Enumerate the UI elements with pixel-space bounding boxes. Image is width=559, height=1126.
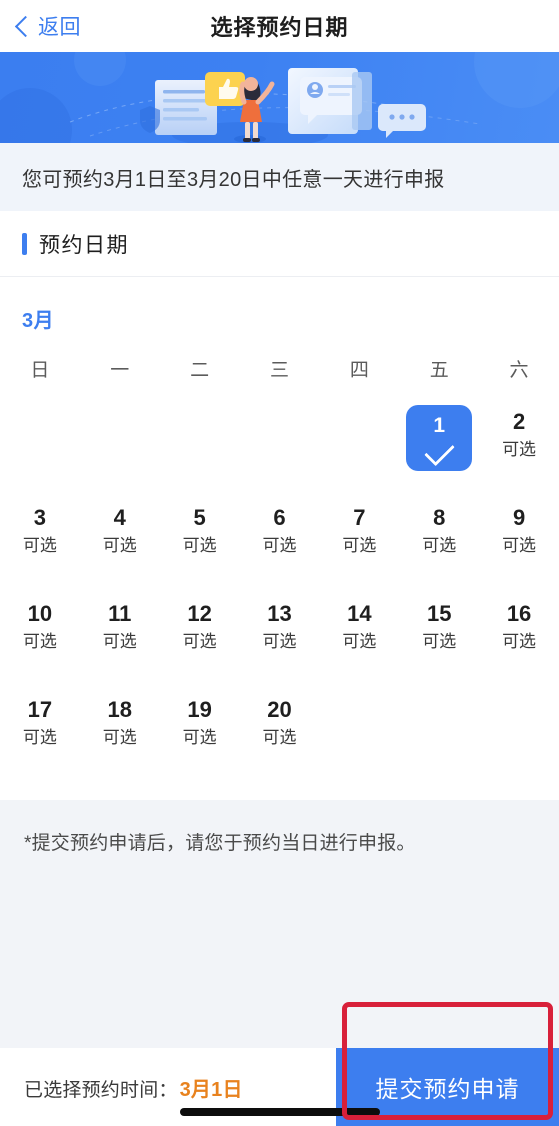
calendar-day-number: 10 — [27, 601, 53, 626]
calendar-day-14[interactable]: 14 可选 — [319, 594, 399, 690]
calendar-day-4[interactable]: 4 可选 — [80, 498, 160, 594]
calendar-day-status: 可选 — [422, 536, 457, 555]
page-title: 选择预约日期 — [210, 15, 349, 40]
calendar-day-number: 14 — [347, 601, 372, 626]
section-header: 预约日期 — [0, 211, 559, 277]
calendar-day-number: 11 — [108, 601, 132, 626]
calendar-day-5[interactable]: 5 可选 — [160, 498, 240, 594]
calendar-day-number: 3 — [33, 505, 47, 530]
calendar-day-11[interactable]: 11 可选 — [80, 594, 160, 690]
calendar-day-status: 可选 — [22, 632, 57, 651]
calendar-day-status: 可选 — [502, 632, 537, 651]
selected-day-box[interactable]: 1 — [406, 405, 473, 471]
calendar-day-status: 可选 — [262, 536, 297, 555]
calendar-day-number: 8 — [433, 505, 446, 530]
calendar-day-status: 可选 — [102, 536, 137, 555]
appointment-date-section: 预约日期 3月 日一二三四五六 1 2 可选 3 可选 4 可选 5 可选 6 可选 7 可选 8 可选 9 可… — [0, 211, 559, 800]
month-label: 3月 — [22, 310, 55, 332]
app-screen: 返回 选择预约日期 您可预约3月1日至3月20日中任意一天进行申报 预约日期 3… — [0, 0, 559, 1126]
footnote-text: *提交预约申请后，请您于预约当日进行申报。 — [24, 833, 416, 854]
calendar-day-number: 1 — [433, 413, 446, 437]
footnote-area: *提交预约申请后，请您于预约当日进行申报。 — [0, 800, 559, 1048]
banner-graphic — [0, 52, 559, 143]
calendar-day-status: 可选 — [342, 632, 377, 651]
check-icon — [424, 435, 455, 466]
calendar-day-1[interactable]: 1 — [399, 402, 479, 498]
calendar-day-status: 可选 — [262, 728, 297, 747]
weekday-header-0: 日 — [30, 360, 50, 381]
calendar-day-status: 可选 — [102, 632, 137, 651]
selected-time-prefix: 已选择预约时间： — [24, 1079, 178, 1101]
calendar-day-9[interactable]: 9 可选 — [479, 498, 559, 594]
calendar-day-number: 20 — [267, 697, 292, 722]
calendar-day-16[interactable]: 16 可选 — [479, 594, 559, 690]
selected-time-label: 已选择预约时间： 3月1日 — [0, 1073, 243, 1102]
calendar-day-status: 可选 — [22, 728, 57, 747]
calendar-day-status: 可选 — [262, 632, 297, 651]
weekday-header-2: 二 — [190, 360, 210, 381]
calendar-day-7[interactable]: 7 可选 — [319, 498, 399, 594]
home-indicator — [180, 1108, 380, 1116]
weekday-header-4: 四 — [349, 360, 369, 381]
calendar-days-grid: 1 2 可选 3 可选 4 可选 5 可选 6 可选 7 可选 8 可选 9 可选 10 可选 11 可选 12 可选 13 可… — [0, 402, 559, 786]
weekday-header-5: 五 — [429, 360, 449, 381]
calendar-day-number: 18 — [107, 697, 133, 722]
section-accent-bar — [22, 232, 27, 255]
calendar-day-status: 可选 — [102, 728, 137, 747]
calendar-day-number: 9 — [512, 505, 526, 530]
selected-time-value: 3月1日 — [179, 1078, 243, 1101]
weekday-header-6: 六 — [509, 360, 529, 381]
calendar-day-8[interactable]: 8 可选 — [399, 498, 479, 594]
calendar-day-number: 16 — [506, 601, 532, 626]
calendar-day-2[interactable]: 2 可选 — [479, 402, 559, 498]
calendar-day-17[interactable]: 17 可选 — [0, 690, 80, 786]
calendar-day-status: 可选 — [342, 536, 377, 555]
notice-text: 您可预约3月1日至3月20日中任意一天进行申报 — [22, 168, 445, 191]
calendar-day-number: 7 — [353, 505, 366, 530]
calendar-day-19[interactable]: 19 可选 — [160, 690, 240, 786]
calendar-day-15[interactable]: 15 可选 — [399, 594, 479, 690]
calendar-day-status: 可选 — [182, 536, 217, 555]
calendar-day-number: 19 — [187, 697, 212, 722]
calendar-day-18[interactable]: 18 可选 — [80, 690, 160, 786]
calendar: 日一二三四五六 1 2 可选 3 可选 4 可选 5 可选 6 可选 7 可选 8 可选 9 可选 10 可选 11 可… — [0, 351, 559, 786]
calendar-day-status: 可选 — [502, 440, 537, 459]
weekday-header-1: 一 — [110, 360, 130, 381]
calendar-day-13[interactable]: 13 可选 — [240, 594, 320, 690]
calendar-day-number: 13 — [267, 601, 292, 626]
notice-bar: 您可预约3月1日至3月20日中任意一天进行申报 — [0, 143, 559, 211]
calendar-day-10[interactable]: 10 可选 — [0, 594, 80, 690]
calendar-day-number: 12 — [187, 601, 212, 626]
calendar-day-status: 可选 — [22, 536, 57, 555]
calendar-day-status: 可选 — [502, 536, 537, 555]
weekday-header-row: 日一二三四五六 — [0, 351, 559, 384]
calendar-day-20[interactable]: 20 可选 — [240, 690, 320, 786]
calendar-day-number: 6 — [273, 505, 286, 530]
calendar-day-12[interactable]: 12 可选 — [160, 594, 240, 690]
calendar-day-number: 4 — [113, 505, 126, 530]
calendar-day-number: 5 — [193, 505, 206, 530]
banner-illustration — [0, 52, 559, 143]
navigation-bar: 返回 选择预约日期 — [0, 0, 559, 52]
calendar-day-3[interactable]: 3 可选 — [0, 498, 80, 594]
calendar-day-6[interactable]: 6 可选 — [240, 498, 320, 594]
calendar-day-status: 可选 — [422, 632, 457, 651]
calendar-day-status: 可选 — [182, 728, 217, 747]
calendar-day-number: 17 — [27, 697, 53, 722]
section-title: 预约日期 — [39, 233, 129, 257]
calendar-day-number: 2 — [512, 409, 526, 434]
calendar-day-number: 15 — [426, 601, 452, 626]
calendar-day-status: 可选 — [182, 632, 217, 651]
weekday-header-3: 三 — [269, 360, 289, 381]
